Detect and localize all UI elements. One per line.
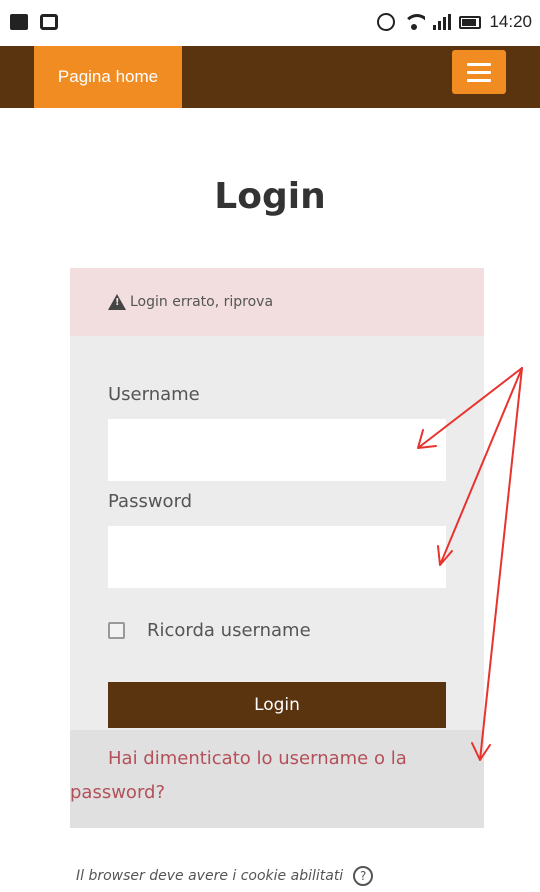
page-title: Login: [214, 176, 326, 217]
help-icon[interactable]: ?: [353, 866, 374, 886]
username-label: Username: [108, 384, 200, 405]
app-notification-icon: [10, 14, 28, 30]
status-bar: 14:20: [0, 0, 540, 46]
remember-username-label: Ricorda username: [147, 620, 311, 641]
password-input[interactable]: [108, 526, 446, 588]
status-time: 14:20: [489, 12, 532, 31]
alarm-icon: [377, 13, 396, 31]
username-input[interactable]: [108, 419, 446, 481]
gallery-notification-icon: [40, 14, 58, 30]
top-navbar: Pagina home: [0, 46, 540, 108]
cookies-notice-text: Il browser deve avere i cookie abilitati: [76, 868, 344, 884]
battery-icon: [459, 15, 482, 29]
password-label: Password: [108, 491, 193, 512]
warning-icon: [108, 294, 126, 310]
remember-username-row[interactable]: Ricorda username: [108, 620, 311, 641]
hamburger-icon[interactable]: [452, 50, 506, 94]
login-panel: Login errato, riprova Username Password …: [70, 268, 484, 828]
status-icons: 14:20: [377, 12, 532, 32]
forgot-credentials-link[interactable]: Hai dimenticato lo username o la passwor…: [70, 742, 484, 810]
signal-icon: [433, 14, 452, 30]
alert-text: Login errato, riprova: [130, 294, 274, 310]
forgot-area: Hai dimenticato lo username o la passwor…: [70, 730, 484, 828]
wifi-icon: [403, 14, 426, 30]
remember-username-checkbox[interactable]: [108, 622, 125, 639]
login-error-alert: Login errato, riprova: [70, 268, 484, 336]
cookies-notice: Il browser deve avere i cookie abilitati…: [76, 866, 374, 886]
notification-icons: [10, 14, 58, 30]
home-link[interactable]: Pagina home: [34, 46, 182, 108]
login-button[interactable]: Login: [108, 682, 446, 728]
